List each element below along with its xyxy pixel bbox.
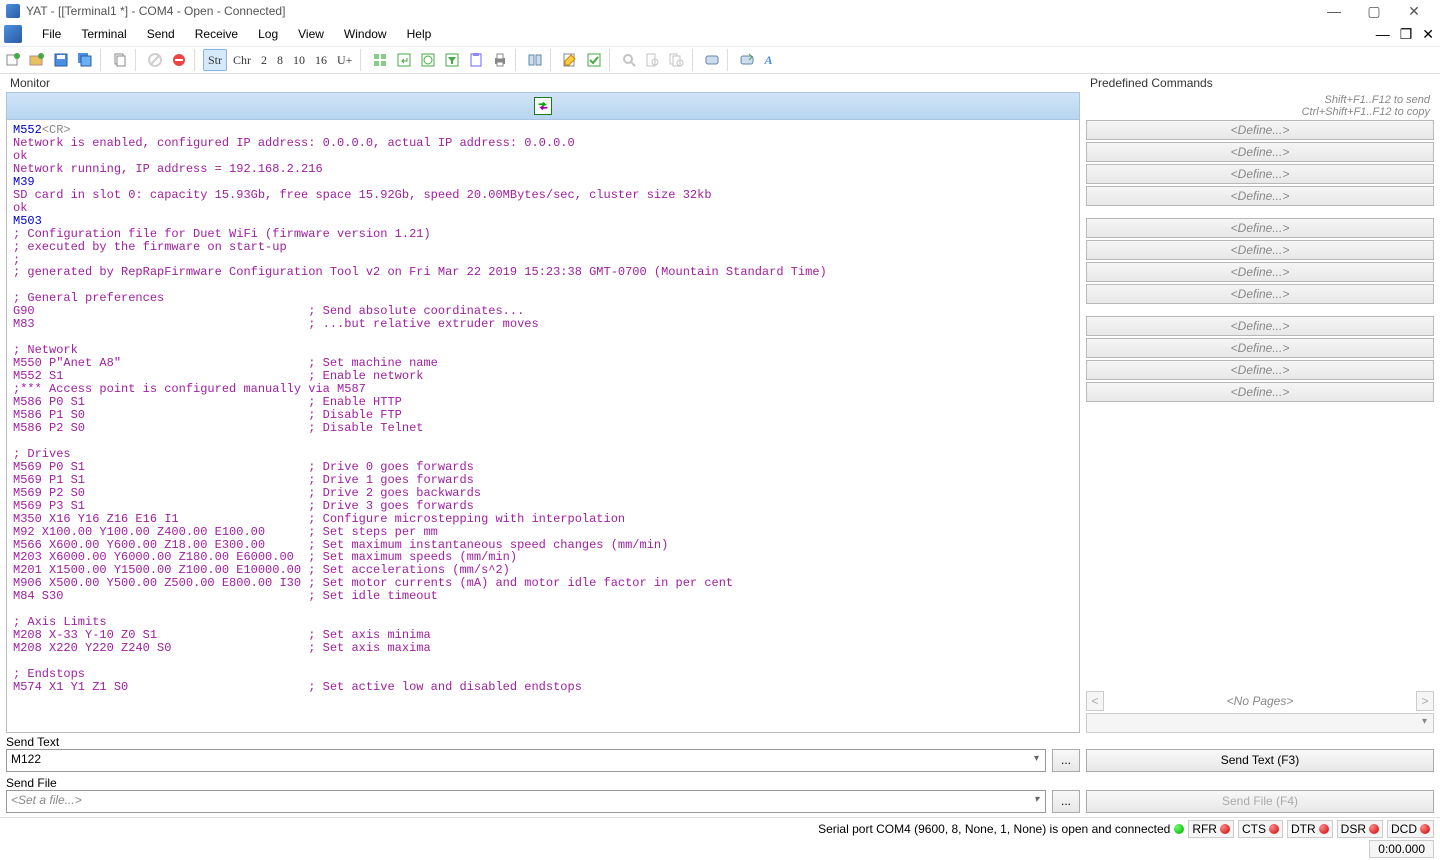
radix-10-button[interactable]: 10 xyxy=(289,49,309,71)
close-terminal-icon[interactable] xyxy=(168,49,190,71)
predefined-label: Predefined Commands xyxy=(1086,74,1434,92)
send-file-browse-button[interactable]: ... xyxy=(1052,790,1080,813)
check-icon[interactable] xyxy=(583,49,605,71)
mdi-minimize-button[interactable]: — xyxy=(1376,26,1390,43)
pages-dropdown[interactable] xyxy=(1086,713,1434,733)
print-icon[interactable] xyxy=(489,49,511,71)
menu-send[interactable]: Send xyxy=(137,24,185,44)
command-icon[interactable] xyxy=(736,49,758,71)
define-button[interactable]: <Define...> xyxy=(1086,316,1434,336)
radix-str-button[interactable]: Str xyxy=(203,49,227,71)
stop-icon[interactable] xyxy=(144,49,166,71)
define-button[interactable]: <Define...> xyxy=(1086,338,1434,358)
connected-led-icon xyxy=(1174,824,1184,834)
send-text-options-button[interactable]: ... xyxy=(1052,749,1080,772)
radix-chr-button[interactable]: Chr xyxy=(229,49,255,71)
menu-bar: File Terminal Send Receive Log View Wind… xyxy=(0,22,1440,46)
page-next-button[interactable]: > xyxy=(1416,691,1434,711)
close-button[interactable]: ✕ xyxy=(1394,3,1434,20)
clipboard-icon[interactable] xyxy=(465,49,487,71)
edit-icon[interactable] xyxy=(559,49,581,71)
rfr-indicator: RFR xyxy=(1188,820,1234,838)
dsr-indicator: DSR xyxy=(1337,820,1383,838)
filter-icon[interactable] xyxy=(441,49,463,71)
define-button[interactable]: <Define...> xyxy=(1086,284,1434,304)
dtr-indicator: DTR xyxy=(1287,820,1333,838)
define-button[interactable]: <Define...> xyxy=(1086,164,1434,184)
led-icon xyxy=(1369,824,1379,834)
font-icon[interactable]: A xyxy=(760,49,776,71)
save-all-icon[interactable] xyxy=(74,49,96,71)
cts-indicator: CTS xyxy=(1238,820,1283,838)
dcd-indicator: DCD xyxy=(1387,820,1434,838)
send-file-input[interactable]: <Set a file...> xyxy=(6,790,1046,813)
define-button[interactable]: <Define...> xyxy=(1086,262,1434,282)
split-icon[interactable] xyxy=(524,49,546,71)
toolbar: Str Chr 2 8 10 16 U+ A xyxy=(0,46,1440,74)
app-menu-icon[interactable] xyxy=(4,25,22,43)
led-icon xyxy=(1220,824,1230,834)
send-text-input[interactable]: M122 xyxy=(6,749,1046,772)
autoreply-icon[interactable] xyxy=(701,49,723,71)
maximize-button[interactable]: ▢ xyxy=(1354,3,1394,20)
radix-unicode-button[interactable]: U+ xyxy=(333,49,356,71)
define-button[interactable]: <Define...> xyxy=(1086,240,1434,260)
menu-terminal[interactable]: Terminal xyxy=(71,24,136,44)
timestamp-icon[interactable] xyxy=(417,49,439,71)
led-icon xyxy=(1319,824,1329,834)
menu-help[interactable]: Help xyxy=(397,24,442,44)
define-button[interactable]: <Define...> xyxy=(1086,142,1434,162)
menu-log[interactable]: Log xyxy=(248,24,288,44)
send-text-button[interactable]: Send Text (F3) xyxy=(1086,749,1434,772)
status-bar: Serial port COM4 (9600, 8, None, 1, None… xyxy=(0,817,1440,839)
new-workspace-icon[interactable] xyxy=(26,49,48,71)
sync-icon[interactable] xyxy=(534,97,552,115)
define-button[interactable]: <Define...> xyxy=(1086,186,1434,206)
radix-2-button[interactable]: 2 xyxy=(257,49,271,71)
find-icon[interactable] xyxy=(618,49,640,71)
monitor-header xyxy=(6,92,1080,120)
search-all-icon[interactable] xyxy=(666,49,688,71)
page-prev-button[interactable]: < xyxy=(1086,691,1104,711)
grid-icon[interactable] xyxy=(369,49,391,71)
define-button[interactable]: <Define...> xyxy=(1086,360,1434,380)
timer-display: 0:00.000 xyxy=(1369,840,1434,858)
status-text: Serial port COM4 (9600, 8, None, 1, None… xyxy=(818,822,1170,836)
app-icon xyxy=(6,4,20,18)
define-button[interactable]: <Define...> xyxy=(1086,382,1434,402)
radix-8-button[interactable]: 8 xyxy=(273,49,287,71)
eol-icon[interactable] xyxy=(393,49,415,71)
led-icon xyxy=(1269,824,1279,834)
menu-file[interactable]: File xyxy=(32,24,71,44)
menu-window[interactable]: Window xyxy=(334,24,397,44)
predef-hints: Shift+F1..F12 to send Ctrl+Shift+F1..F12… xyxy=(1086,92,1434,120)
menu-receive[interactable]: Receive xyxy=(185,24,248,44)
new-terminal-icon[interactable] xyxy=(2,49,24,71)
radix-16-button[interactable]: 16 xyxy=(311,49,331,71)
send-file-label: Send File xyxy=(0,772,1440,790)
menu-view[interactable]: View xyxy=(288,24,334,44)
monitor-label: Monitor xyxy=(6,74,1080,92)
send-text-label: Send Text xyxy=(0,733,1440,749)
pages-nav: < <No Pages> > xyxy=(1086,691,1434,711)
define-button[interactable]: <Define...> xyxy=(1086,120,1434,140)
minimize-button[interactable]: — xyxy=(1314,3,1354,19)
window-title: YAT - [[Terminal1 *] - COM4 - Open - Con… xyxy=(26,4,285,18)
send-file-button[interactable]: Send File (F4) xyxy=(1086,790,1434,813)
mdi-restore-button[interactable]: ❐ xyxy=(1400,26,1413,43)
save-icon[interactable] xyxy=(50,49,72,71)
monitor-output[interactable]: M552<CR>Network is enabled, configured I… xyxy=(6,120,1080,733)
mdi-close-button[interactable]: ✕ xyxy=(1422,26,1434,43)
led-icon xyxy=(1420,824,1430,834)
define-button[interactable]: <Define...> xyxy=(1086,218,1434,238)
search-doc-icon[interactable] xyxy=(642,49,664,71)
copy-icon[interactable] xyxy=(109,49,131,71)
title-bar: YAT - [[Terminal1 *] - COM4 - Open - Con… xyxy=(0,0,1440,22)
no-pages-label: <No Pages> xyxy=(1104,694,1416,708)
